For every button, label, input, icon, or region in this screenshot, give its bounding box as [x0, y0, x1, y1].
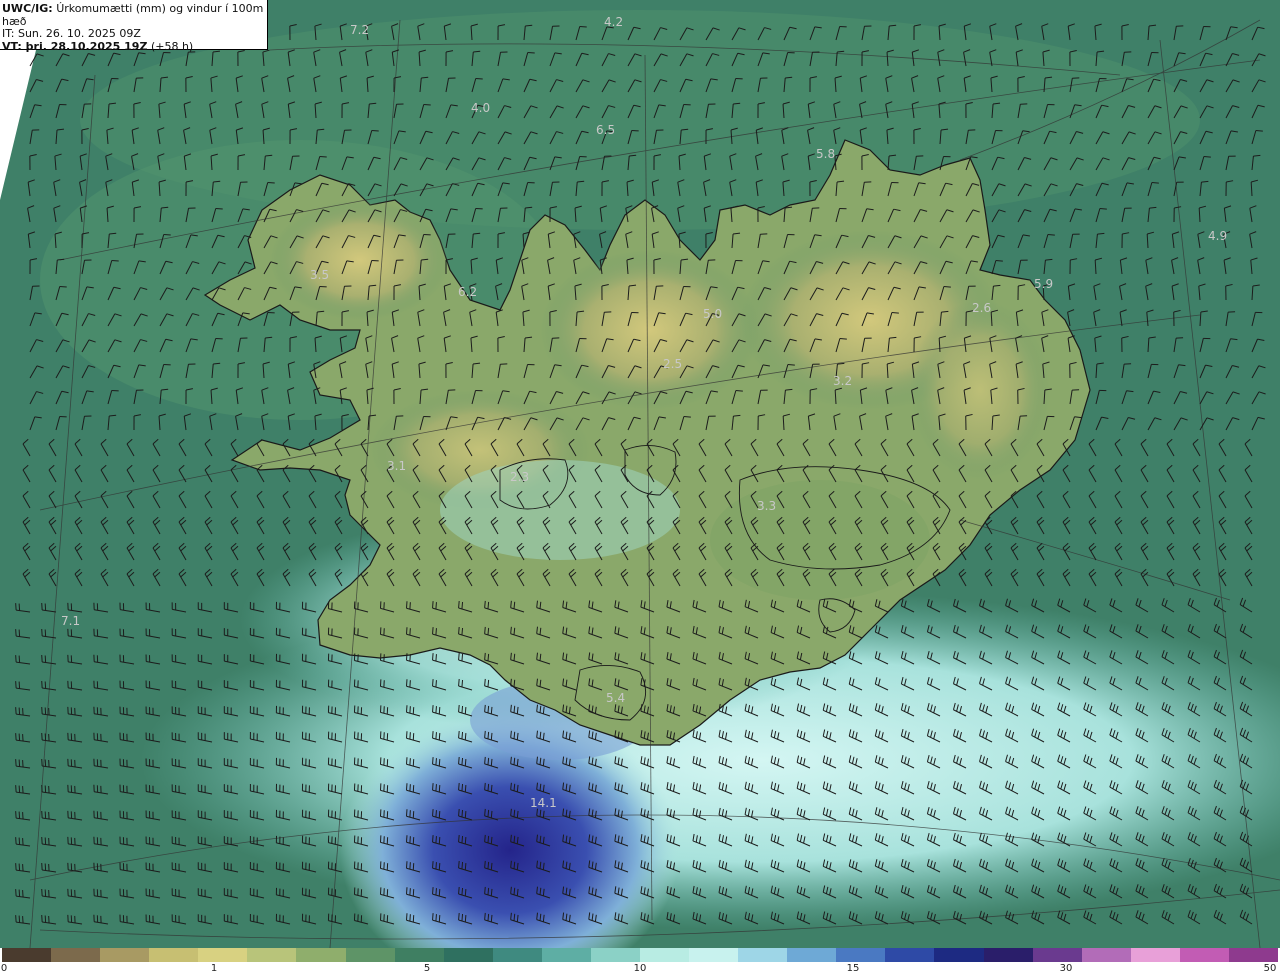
colorbar-strip [2, 948, 1279, 962]
precip-label: 5.9 [1034, 277, 1053, 291]
colorbar-tick: 10 [633, 963, 647, 974]
colorbar-tick: 0 [0, 963, 8, 974]
precip-label: 2.6 [972, 301, 991, 315]
precip-label: 6.5 [596, 123, 615, 137]
precip-label: 7.1 [61, 614, 80, 628]
precip-label: 5.0 [703, 307, 722, 321]
colorbar-tick: 15 [846, 963, 860, 974]
precip-label: 6.2 [458, 285, 477, 299]
precip-label: 4.2 [604, 15, 623, 29]
map-header: UWC/IG: Úrkomumætti (mm) og vindur í 100… [0, 0, 268, 52]
precip-label: 4.0 [471, 101, 490, 115]
colorbar-tick: 1 [210, 963, 218, 974]
precip-label: 7.2 [350, 23, 369, 37]
title-line: UWC/IG: Úrkomumætti (mm) og vindur í 100… [2, 2, 267, 28]
precip-label: 3.3 [757, 499, 776, 513]
precip-label: 3.1 [387, 459, 406, 473]
precip-label: 3.2 [833, 374, 852, 388]
precip-label: 5.4 [606, 691, 625, 705]
precip-label: 2.5 [663, 357, 682, 371]
forecast-offset: (+58 h) [150, 39, 194, 53]
colorbar-tick: 50 [1263, 963, 1277, 974]
colorbar-tick: 5 [423, 963, 431, 974]
model-prefix: UWC/IG: [2, 2, 53, 15]
precipitation-wind-map: 7.2 4.2 4.0 6.5 5.8 4.9 5.9 6.2 5.0 2.6 … [0, 0, 1280, 948]
precip-label: 14.1 [530, 796, 557, 810]
precip-label: 5.8 [816, 147, 835, 161]
precip-label: 2.3 [510, 470, 529, 484]
precip-label: 4.9 [1208, 229, 1227, 243]
valid-time: VT: þri. 28.10.2025 19Z [2, 39, 148, 53]
precip-label: 3.5 [310, 268, 329, 282]
precip-colorbar: 0 1 5 10 15 30 50 [0, 948, 1280, 978]
valid-time-line: VT: þri. 28.10.2025 19Z (+58 h) [2, 39, 267, 54]
colorbar-tick: 30 [1059, 963, 1073, 974]
